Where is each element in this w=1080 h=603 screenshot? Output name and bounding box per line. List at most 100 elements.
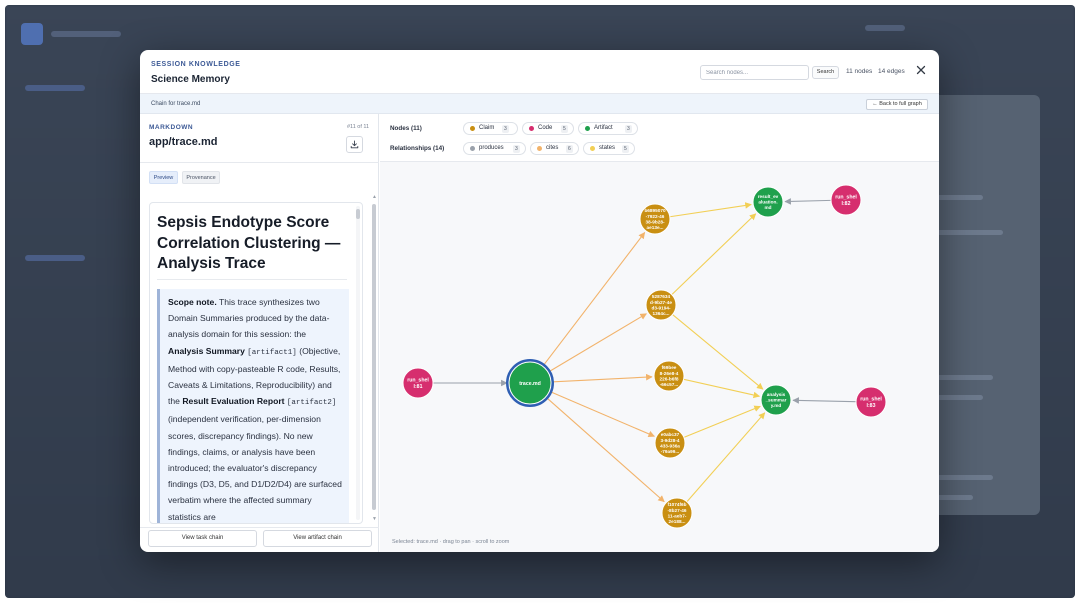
file-type-label: MARKDOWN <box>149 124 194 131</box>
node-label: 8-26e8-4 <box>660 371 679 376</box>
chip-label: Artifact <box>594 125 613 131</box>
node-label: y.md <box>771 403 782 408</box>
graph-node-trace[interactable]: trace.md <box>506 359 554 407</box>
panel-scrollbar-thumb[interactable] <box>372 204 376 510</box>
chip-count: 3 <box>513 145 520 153</box>
modal-kicker: SESSION KNOWLEDGE <box>151 61 241 68</box>
chain-label: Chain for trace.md <box>151 101 201 107</box>
node-label: d3-9194- <box>651 305 670 310</box>
node-label: f69bee <box>662 365 677 370</box>
edge-cites-trace-c1 <box>542 231 646 367</box>
chip-label: produces <box>479 145 504 151</box>
node-label: 433-936a <box>660 443 680 448</box>
scroll-down-arrow-icon[interactable]: ▼ <box>372 516 377 522</box>
node-label: run_shel <box>860 397 882 403</box>
legend-chip-states[interactable]: states 5 <box>583 142 635 155</box>
code-dot-icon <box>529 126 534 131</box>
chip-label: cites <box>546 145 559 151</box>
node-label: -8b27-46 <box>667 508 686 513</box>
node-label: trace.md <box>519 381 541 387</box>
result-evaluation-report-label: Result Evaluation Report <box>182 396 285 407</box>
document-title: Sepsis Endotype Score Correlation Cluste… <box>157 214 341 272</box>
scope-note-text: (independent verification, per-dimension… <box>168 414 342 522</box>
legend-chip-claim[interactable]: Claim 3 <box>463 122 518 135</box>
background-title-bar <box>51 31 121 37</box>
graph-node-run2[interactable]: run_shell:82 <box>830 184 862 216</box>
download-button[interactable] <box>346 136 363 153</box>
node-label: 3-9d28-4 <box>660 438 679 443</box>
background-logo <box>21 23 43 45</box>
close-icon[interactable] <box>915 64 927 76</box>
view-artifact-chain-button[interactable]: View artifact chain <box>263 530 372 547</box>
divider <box>157 279 347 280</box>
legend-chip-cites[interactable]: cites 6 <box>530 142 579 155</box>
document-scrollbar-thumb[interactable] <box>356 209 360 219</box>
node-label: -79a99... <box>661 449 680 454</box>
back-to-full-graph-button[interactable]: ← Back to full graph <box>866 99 928 110</box>
download-icon <box>350 140 359 149</box>
edge-states-c4-analysis <box>683 405 761 438</box>
scope-note-label: Scope note. <box>168 297 217 307</box>
relationships-legend-label: Relationships (14) <box>390 145 445 152</box>
view-task-chain-button[interactable]: View task chain <box>148 530 257 547</box>
graph-node-c2[interactable]: 5287634d-9b27-4ed3-9194-1364c... <box>645 289 677 321</box>
artifact-dot-icon <box>585 126 590 131</box>
edge-states-c2-analysis <box>672 314 764 390</box>
document-scrollbar[interactable] <box>356 206 360 520</box>
node-label: l:83 <box>867 403 876 409</box>
graph-node-run3[interactable]: run_shell:83 <box>855 386 887 418</box>
graph-node-c4[interactable]: e0abc373-9d28-4433-936a-79a99... <box>654 427 686 459</box>
node-label: 226-b6f8 <box>659 376 678 381</box>
graph-node-analysis[interactable]: analysis_summary.md <box>760 384 792 416</box>
scroll-up-arrow-icon[interactable]: ▲ <box>372 194 377 200</box>
chip-count: 6 <box>566 145 573 153</box>
produces-dot-icon <box>470 146 475 151</box>
knowledge-graph[interactable]: trace.md result_evaluation.md analysis_sum… <box>380 162 939 552</box>
analysis-summary-label: Analysis Summary <box>168 345 245 356</box>
legend-chip-artifact[interactable]: Artifact 3 <box>578 122 638 135</box>
graph-node-c3[interactable]: f69bee8-26e8-4226-b6f8-66c57... <box>653 360 685 392</box>
page-indicator: #11 of 11 <box>347 124 370 130</box>
graph-panel: Nodes (11) Relationships (14) Claim 3 Co… <box>380 114 939 552</box>
graph-node-c5[interactable]: f1074f6b-8b27-4611-aeb7-2e188... <box>661 497 693 529</box>
node-label: run_shel <box>835 195 857 201</box>
graph-node-run1[interactable]: run_shell:81 <box>402 367 434 399</box>
search-nodes-input[interactable] <box>700 65 809 80</box>
chip-count: 5 <box>561 125 568 133</box>
node-label: 1364c... <box>653 311 670 316</box>
edge-states-c5-analysis <box>686 412 766 503</box>
chip-count: 3 <box>625 125 632 133</box>
node-label: result_ev <box>758 194 779 199</box>
graph-node-result[interactable]: result_evaluation.md <box>752 186 784 218</box>
legend-chip-code[interactable]: Code 5 <box>522 122 574 135</box>
tab-provenance[interactable]: Provenance <box>182 171 220 184</box>
node-label: md <box>764 205 771 210</box>
node-label: 11-aeb7- <box>668 513 687 518</box>
node-label: -7922-46 <box>646 214 665 219</box>
tab-preview[interactable]: Preview <box>149 171 178 184</box>
legend-chip-produces[interactable]: produces 3 <box>463 142 526 155</box>
graph-node-c1[interactable]: b6895070-7922-4638-9b28-ae13e... <box>639 203 671 235</box>
node-count: 11 nodes <box>846 68 873 75</box>
edge-count: 14 edges <box>878 68 905 75</box>
chip-label: Code <box>538 125 553 131</box>
node-label: 38-9b28- <box>645 219 664 224</box>
node-label: b6895070 <box>644 208 666 213</box>
chip-count: 5 <box>622 145 629 153</box>
knowledge-graph-canvas[interactable]: trace.md result_ev aluation. md analysis _sum… <box>380 162 939 552</box>
edge-cites-trace-c2 <box>547 313 647 373</box>
node-label: aluation. <box>758 200 777 205</box>
markdown-preview[interactable]: Sepsis Endotype Score Correlation Cluste… <box>149 202 363 524</box>
nodes-legend-label: Nodes (11) <box>390 125 422 132</box>
edge-produces-run2-result <box>784 198 832 205</box>
background-nav-line <box>865 25 905 31</box>
divider <box>140 527 379 528</box>
chip-count: 3 <box>502 125 509 133</box>
states-dot-icon <box>590 146 595 151</box>
node-label: d-9b27-4e <box>650 300 672 305</box>
search-button[interactable]: Search <box>812 66 839 79</box>
background-nav-line <box>25 255 85 261</box>
edge-states-c1-result <box>669 202 752 218</box>
chip-label: Claim <box>479 125 495 131</box>
graph-hint: Selected: trace.md · drag to pan · scrol… <box>392 539 510 545</box>
